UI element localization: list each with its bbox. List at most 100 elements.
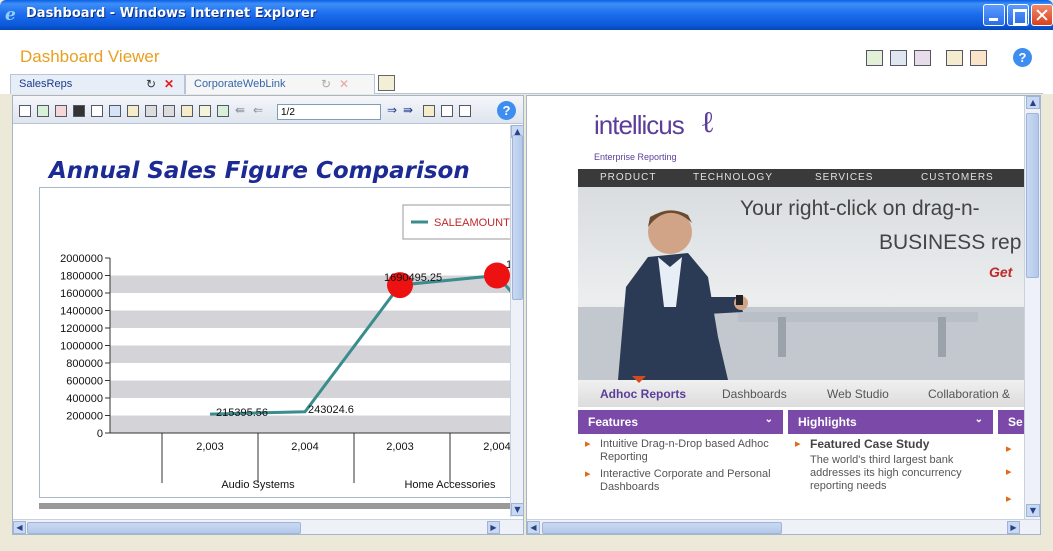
refresh-report-icon[interactable] [217,105,229,117]
web-link-pane: intellicus ℓ Enterprise Reporting PRODUC… [526,95,1041,535]
data-label: 1690495.25 [384,272,442,284]
scrollbar-thumb[interactable] [542,522,782,534]
scroll-down-icon[interactable]: ▼ [511,503,523,516]
tab-corporateweblink[interactable]: CorporateWebLink ↻ ✕ [185,74,375,94]
title-bar: e Dashboard - Windows Internet Explorer [0,0,1053,30]
maximize-button[interactable] [1007,4,1029,26]
csv-export-icon[interactable] [73,105,85,117]
nav-services[interactable]: SERVICES [815,172,873,183]
vertical-scrollbar[interactable]: ▲ ▼ [510,125,523,517]
edit-report-icon[interactable] [423,105,435,117]
features-header[interactable]: Features ⌄ [578,410,783,434]
next-page-icon[interactable]: ⇒ [387,103,397,117]
grid-band [110,275,510,293]
excel-export-icon[interactable] [37,105,49,117]
horizontal-scrollbar[interactable]: ◀ ▶ [13,519,523,534]
tab-collaboration[interactable]: Collaboration & [928,387,1010,401]
last-page-icon[interactable]: ⇛ [403,103,413,117]
highlights-title: Highlights [798,415,857,429]
scroll-left-icon[interactable]: ◀ [13,521,26,534]
word-export-icon[interactable] [109,105,121,117]
tab-label: CorporateWebLink [194,78,286,90]
x-tick-label: 2,004 [291,441,319,453]
feature-item[interactable]: Intuitive Drag-n-Drop based Adhoc Report… [578,434,783,464]
horizontal-scrollbar[interactable]: ◀ ▶ [527,519,1040,534]
report-filter-icon[interactable] [459,105,471,117]
scroll-up-icon[interactable]: ▲ [1026,96,1040,109]
y-tick-label: 2000000 [60,253,103,265]
first-page-icon[interactable]: ⇚ [235,103,245,117]
scroll-left-icon[interactable]: ◀ [527,521,540,534]
report-properties-icon[interactable] [441,105,453,117]
add-widget-icon[interactable] [866,50,883,66]
save-as-icon[interactable] [914,50,931,66]
dashboard-header: Dashboard Viewer ? SalesReps ↻ ✕ Corpora… [0,30,1053,94]
add-tab-icon[interactable] [378,75,395,91]
highlight-heading[interactable]: Featured Case Study [810,438,987,451]
nav-customers[interactable]: CUSTOMERS [921,172,994,183]
third-panel-title: Se [1008,415,1023,429]
tab-dashboards[interactable]: Dashboards [722,387,787,401]
chart-title: Annual Sales Figure Comparison [49,158,470,184]
feature-text[interactable]: Interactive Corporate and Personal Dashb… [600,468,771,493]
feature-text[interactable]: Intuitive Drag-n-Drop based Adhoc Report… [600,438,769,463]
hero-cta-link[interactable]: Get [989,264,1012,280]
scrollbar-thumb[interactable] [512,135,523,300]
feature-item[interactable]: Interactive Corporate and Personal Dashb… [578,464,783,494]
group-label: Home Accessories [404,479,496,491]
close-tab-icon[interactable]: ✕ [164,77,174,91]
edit-icon[interactable] [946,50,963,66]
print-preview-icon[interactable] [163,105,175,117]
help-icon[interactable]: ? [497,101,516,120]
highlights-header[interactable]: Highlights ⌄ [788,410,993,434]
grid-band [110,380,510,398]
highlight-item[interactable]: Featured Case Study The world's third la… [788,434,993,493]
chevron-down-icon[interactable]: ⌄ [765,414,773,425]
minimize-button[interactable] [983,4,1005,26]
y-tick-label: 200000 [66,411,103,423]
pdf-export-icon[interactable] [55,105,67,117]
dashboard-tabs: SalesReps ↻ ✕ CorporateWebLink ↻ ✕ [10,74,1043,94]
tab-adhoc-reports[interactable]: Adhoc Reports [600,387,686,401]
scroll-down-icon[interactable]: ▼ [1026,504,1040,517]
refresh-icon[interactable]: ↻ [321,77,331,91]
vertical-scrollbar[interactable]: ▲ ▼ [1024,96,1040,519]
copy-icon[interactable] [127,105,139,117]
refresh-icon[interactable]: ↻ [146,77,156,91]
text-export-icon[interactable] [91,105,103,117]
email-icon[interactable] [199,105,211,117]
save-icon[interactable] [890,50,907,66]
embedded-website: intellicus ℓ Enterprise Reporting PRODUC… [578,96,1028,519]
report-content: Annual Sales Figure Comparison 2000000 18… [13,125,510,517]
y-tick-label: 1200000 [60,323,103,335]
features-title: Features [588,415,639,429]
nav-product[interactable]: PRODUCT [600,172,656,183]
chevron-down-icon[interactable]: ⌄ [975,414,983,425]
close-tab-icon[interactable]: ✕ [339,77,349,91]
highlight-text: The world's third largest bank addresses… [810,454,962,492]
tab-web-studio[interactable]: Web Studio [827,387,889,401]
bullet-icon: ▸ [1006,492,1012,505]
close-button[interactable] [1031,4,1053,26]
scroll-right-icon[interactable]: ▶ [487,521,500,534]
open-folder-icon[interactable] [181,105,193,117]
report-pane: ⇚ ⇐ ⇒ ⇛ ? Annual Sales Figure Comparison… [12,95,524,535]
y-tick-label: 1800000 [60,271,103,283]
rss-icon[interactable] [970,50,987,66]
tab-salesreps[interactable]: SalesReps ↻ ✕ [10,74,185,94]
print-icon[interactable] [145,105,157,117]
y-tick-label: 600000 [66,376,103,388]
page-number-input[interactable] [277,104,381,120]
intellicus-logo[interactable]: intellicus [594,110,685,141]
nav-technology[interactable]: TECHNOLOGY [693,172,773,183]
site-nav: PRODUCT TECHNOLOGY SERVICES CUSTOMERS [578,169,1028,187]
help-icon[interactable]: ? [1013,48,1032,67]
previous-page-icon[interactable]: ⇐ [253,103,263,117]
scrollbar-thumb[interactable] [27,522,301,534]
hero-banner[interactable]: Your right-click on drag-n- BUSINESS rep… [578,187,1028,380]
toggle-view-icon[interactable] [19,105,31,117]
x-tick-label: 2,003 [386,441,414,453]
scroll-right-icon[interactable]: ▶ [1007,521,1020,534]
grid-band [110,310,510,328]
scrollbar-thumb[interactable] [1026,113,1039,278]
